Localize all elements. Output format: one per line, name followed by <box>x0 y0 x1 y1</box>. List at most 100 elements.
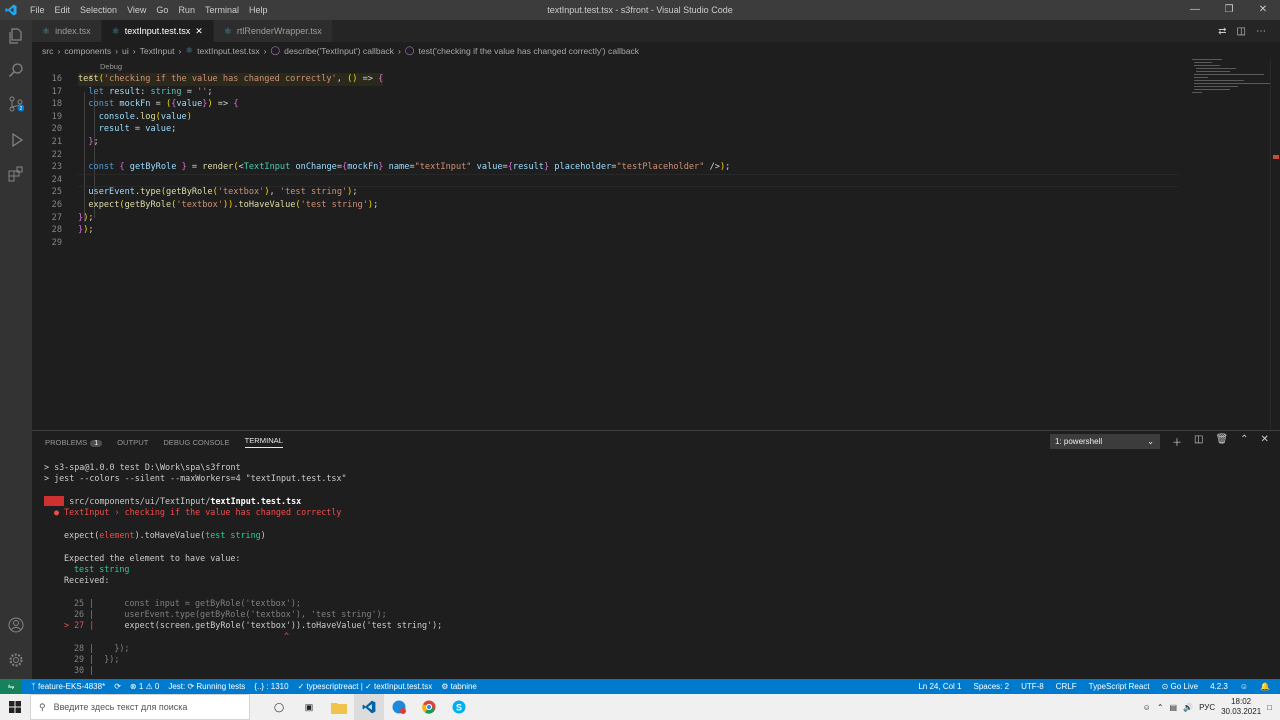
code-line[interactable]: 20 result = value; <box>32 123 1232 136</box>
ts-version[interactable]: 4.2.3 <box>1210 682 1228 691</box>
volume-icon[interactable]: 🔊 <box>1183 703 1193 712</box>
breadcrumb-item[interactable]: test('checking if the value has changed … <box>418 46 639 56</box>
notification-center-icon[interactable]: □ <box>1267 703 1272 712</box>
taskbar-search-input[interactable]: ⚲ Введите здесь текст для поиска <box>30 694 250 720</box>
code-line[interactable]: 18 const mockFn = ({value}) => { <box>32 98 1232 111</box>
cortana-icon[interactable]: ◯ <box>264 694 294 720</box>
chrome-icon[interactable] <box>414 694 444 720</box>
typescript-status[interactable]: ✓ typescriptreact | ✓ textInput.test.tsx <box>298 682 433 691</box>
close-window-button[interactable]: ✕ <box>1246 0 1280 20</box>
code-line[interactable]: 26 expect(getByRole('textbox')).toHaveVa… <box>32 199 1232 212</box>
open-changes-icon[interactable]: ⇄ <box>1218 26 1226 37</box>
explorer-icon[interactable] <box>0 20 32 52</box>
tab-terminal[interactable]: TERMINAL <box>244 436 283 448</box>
code-line[interactable]: 21 }; <box>32 136 1232 149</box>
go-live-button[interactable]: ⊙ Go Live <box>1162 682 1199 691</box>
terminal-line: 29 | }); <box>74 654 120 664</box>
code-line[interactable]: 28}); <box>32 224 1232 237</box>
settings-gear-icon[interactable] <box>0 644 32 676</box>
sync-icon[interactable]: ⟳ <box>114 682 121 691</box>
kill-terminal-icon[interactable]: 🗑 <box>1215 434 1228 449</box>
terminal-select[interactable]: 1: powershell ⌄ <box>1050 434 1160 449</box>
selection-status[interactable]: {..} : 1310 <box>254 682 288 691</box>
menu-help[interactable]: Help <box>247 5 270 15</box>
new-terminal-icon[interactable]: ＋ <box>1172 434 1182 449</box>
code-editor[interactable]: Debug ✗ 16 test('checking if the value ha… <box>32 59 1280 429</box>
terminal-output[interactable]: > s3-spa@1.0.0 test D:\Work\spa\s3front … <box>32 453 1280 680</box>
windows-start-icon[interactable] <box>0 694 30 720</box>
tab-label: index.tsx <box>55 26 91 36</box>
maximize-panel-icon[interactable]: ⌃ <box>1240 434 1248 449</box>
feedback-icon[interactable]: ☺ <box>1240 682 1248 691</box>
code-line[interactable]: 19 console.log(value) <box>32 111 1232 124</box>
tabnine-status[interactable]: ⚙ tabnine <box>441 682 477 691</box>
clock[interactable]: 18:02 30.03.2021 <box>1221 697 1261 717</box>
menu-terminal[interactable]: Terminal <box>203 5 241 15</box>
menu-file[interactable]: File <box>28 5 47 15</box>
tab-output[interactable]: OUTPUT <box>117 438 148 447</box>
code-line[interactable]: 22 <box>32 149 1232 162</box>
line-number: 24 <box>51 174 62 185</box>
tab-debug-console[interactable]: DEBUG CONSOLE <box>163 438 229 447</box>
code-line[interactable]: 29 <box>32 237 1232 250</box>
code-line[interactable]: 23 const { getByRole } = render(<TextInp… <box>32 161 1232 174</box>
editor-scrollbar[interactable] <box>1270 59 1280 429</box>
tab-problems[interactable]: PROBLEMS 1 <box>45 438 103 447</box>
network-icon[interactable]: ▤ <box>1170 703 1178 712</box>
more-actions-icon[interactable]: ⋯ <box>1256 26 1266 37</box>
minimize-button[interactable]: — <box>1178 0 1212 20</box>
task-view-icon[interactable]: ▣ <box>294 694 324 720</box>
chevron-up-icon[interactable]: ⌃ <box>1157 703 1164 712</box>
codelens-debug[interactable]: Debug <box>100 62 122 71</box>
file-explorer-icon[interactable] <box>324 694 354 720</box>
language-mode[interactable]: TypeScript React <box>1089 682 1150 691</box>
indentation[interactable]: Spaces: 2 <box>974 682 1010 691</box>
jest-status[interactable]: Jest: ⟳ Running tests <box>168 682 245 691</box>
menu-go[interactable]: Go <box>154 5 170 15</box>
remote-icon[interactable]: ⇋ <box>0 679 22 694</box>
breadcrumb-item[interactable]: src <box>42 46 53 56</box>
split-editor-icon[interactable]: ◫ <box>1237 26 1246 37</box>
tab-rtlrenderwrapper[interactable]: ⚛ rtlRenderWrapper.tsx <box>213 20 333 42</box>
menu-view[interactable]: View <box>125 5 148 15</box>
notifications-icon[interactable]: 🔔 <box>1260 682 1270 691</box>
minimap[interactable] <box>1190 59 1272 99</box>
breadcrumb-item[interactable]: textInput.test.tsx <box>197 46 260 56</box>
menu-run[interactable]: Run <box>176 5 197 15</box>
code-line[interactable]: 24 <box>32 174 1232 187</box>
problems-status[interactable]: ⊗ 1 ⚠ 0 <box>130 682 159 691</box>
svg-text:2: 2 <box>20 106 23 112</box>
breadcrumb-item[interactable]: describe('TextInput') callback <box>284 46 394 56</box>
menu-edit[interactable]: Edit <box>53 5 73 15</box>
search-icon[interactable] <box>0 54 32 86</box>
close-panel-icon[interactable]: ✕ <box>1261 434 1269 449</box>
people-icon[interactable]: ☺ <box>1143 703 1151 712</box>
encoding[interactable]: UTF-8 <box>1021 682 1044 691</box>
code-line[interactable]: 16 test('checking if the value has change… <box>32 73 1232 86</box>
menu-selection[interactable]: Selection <box>78 5 119 15</box>
code-line[interactable]: 27}); <box>32 212 1232 225</box>
tab-textinput-test[interactable]: ⚛ textInput.test.tsx ✕ <box>101 20 214 42</box>
skype-icon[interactable]: S <box>444 694 474 720</box>
line-ending[interactable]: CRLF <box>1056 682 1077 691</box>
breadcrumb-item[interactable]: ui <box>122 46 129 56</box>
cursor-position[interactable]: Ln 24, Col 1 <box>918 682 961 691</box>
terminal-line: Expected the element to have value: <box>64 553 241 563</box>
code-line[interactable]: 17 let result: string = ''; <box>32 86 1232 99</box>
tab-index-tsx[interactable]: ⚛ index.tsx <box>32 20 102 42</box>
language-indicator[interactable]: РУС <box>1199 703 1215 712</box>
split-terminal-icon[interactable]: ◫ <box>1194 434 1203 449</box>
close-tab-icon[interactable]: ✕ <box>195 26 203 37</box>
breadcrumb-item[interactable]: components <box>64 46 111 56</box>
source-control-icon[interactable]: 2 <box>0 88 32 120</box>
run-debug-icon[interactable] <box>0 124 32 156</box>
code-line[interactable]: 25 userEvent.type(getByRole('textbox'), … <box>32 186 1232 199</box>
account-icon[interactable] <box>0 609 32 641</box>
symbol-method-icon: ◯ <box>270 45 281 55</box>
breadcrumb-item[interactable]: TextInput <box>140 46 175 56</box>
extensions-icon[interactable] <box>0 158 32 190</box>
vscode-taskbar-icon[interactable] <box>354 694 384 720</box>
restore-button[interactable]: ❐ <box>1212 0 1246 20</box>
app-icon[interactable] <box>384 694 414 720</box>
branch-item[interactable]: ᛉ feature-EKS-4838* <box>31 682 105 691</box>
